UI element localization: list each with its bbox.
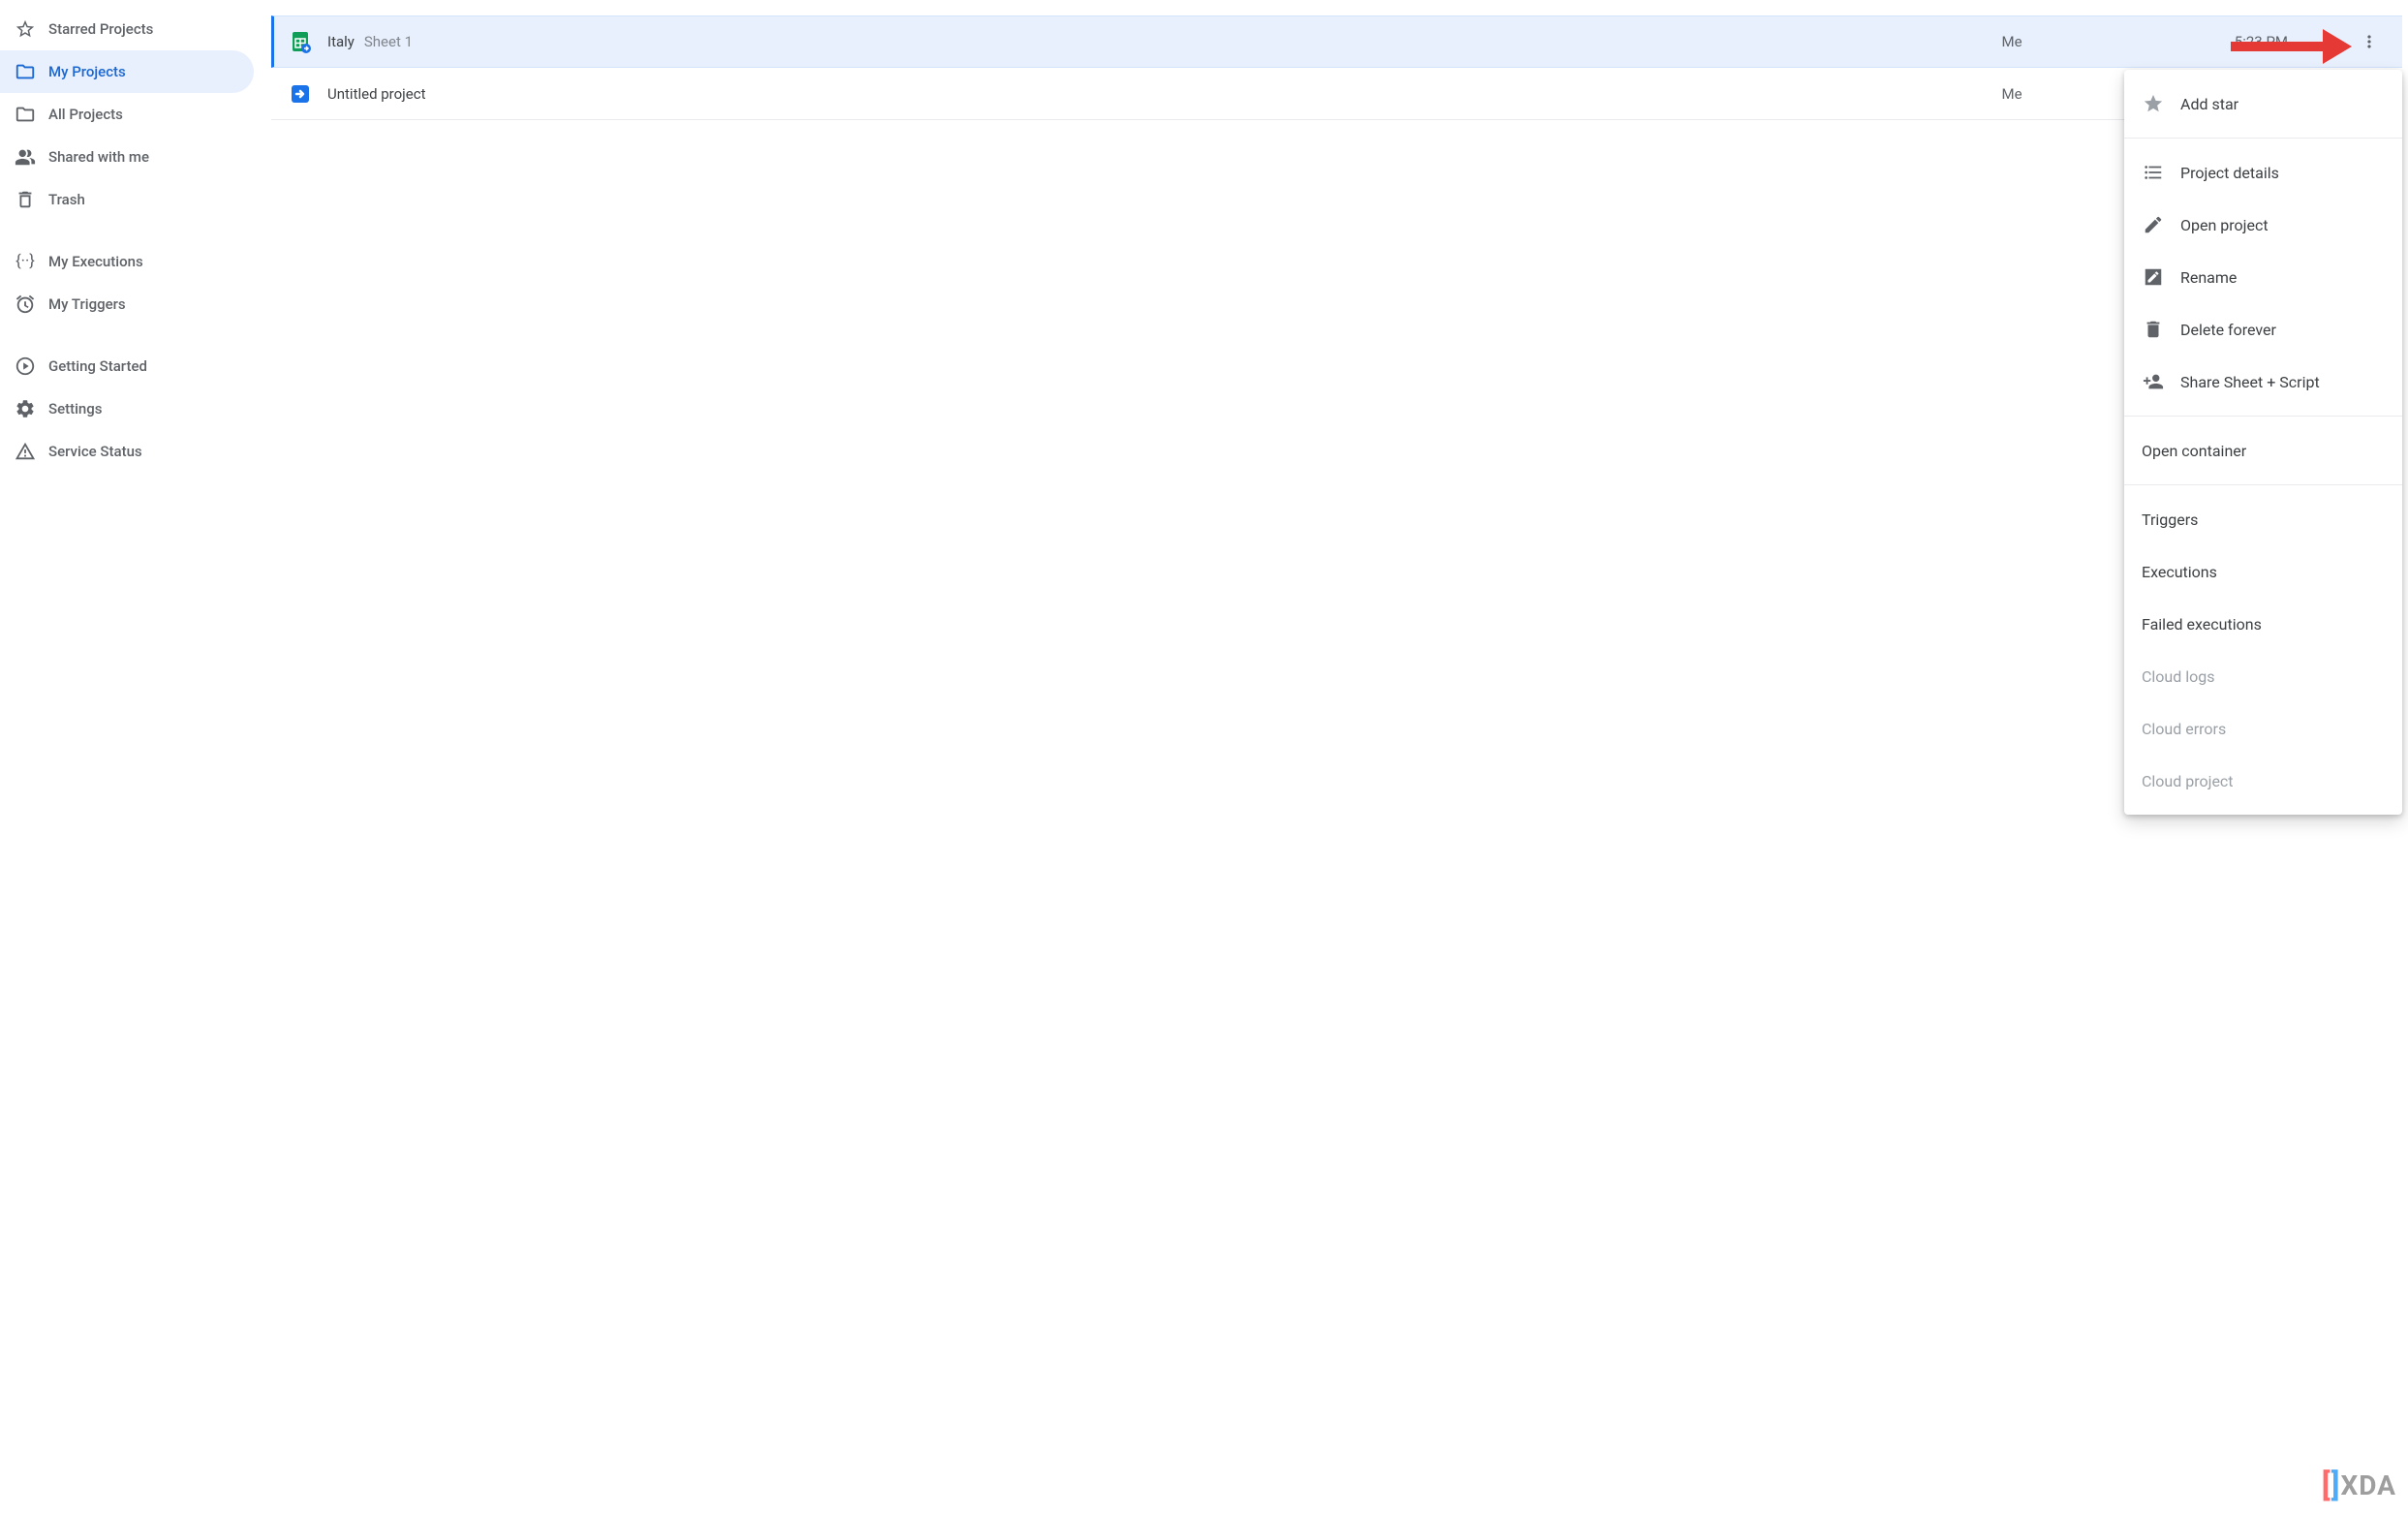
sidebar: Starred Projects My Projects All Projects S… <box>0 0 271 1515</box>
sidebar-item-label: Starred Projects <box>48 20 153 38</box>
menu-divider <box>2124 138 2402 139</box>
row-actions <box>2288 26 2385 57</box>
context-menu: Add star Project details Open project Renam… <box>2124 70 2402 815</box>
sidebar-item-label: My Triggers <box>48 295 126 313</box>
script-icon <box>289 82 312 106</box>
menu-item-failed-executions[interactable]: Failed executions <box>2124 598 2402 650</box>
play-icon <box>14 355 37 378</box>
person-add-icon <box>2142 370 2165 393</box>
menu-item-add-star[interactable]: Add star <box>2124 77 2402 130</box>
sidebar-item-my-projects[interactable]: My Projects <box>0 50 254 93</box>
menu-divider <box>2124 416 2402 417</box>
menu-item-triggers[interactable]: Triggers <box>2124 493 2402 545</box>
menu-item-cloud-project: Cloud project <box>2124 755 2402 807</box>
project-list: ItalySheet 1Me5:23 PMUntitled projectMe4… <box>271 15 2402 120</box>
sidebar-item-label: My Projects <box>48 63 126 80</box>
svg-text:{··}: {··} <box>15 253 35 271</box>
gear-icon <box>14 397 37 420</box>
sidebar-item-label: All Projects <box>48 106 123 123</box>
sidebar-item-executions[interactable]: {··} My Executions <box>0 240 254 283</box>
sidebar-item-shared[interactable]: Shared with me <box>0 136 254 178</box>
menu-item-executions[interactable]: Executions <box>2124 545 2402 598</box>
menu-item-share-sheet-script[interactable]: Share Sheet + Script <box>2124 356 2402 408</box>
warning-icon <box>14 440 37 463</box>
menu-item-rename[interactable]: Rename <box>2124 251 2402 303</box>
menu-item-label: Cloud errors <box>2142 720 2226 738</box>
menu-item-label: Cloud project <box>2142 772 2234 790</box>
owner-label: Me <box>1910 33 2114 50</box>
menu-item-project-details[interactable]: Project details <box>2124 146 2402 199</box>
sidebar-item-triggers[interactable]: My Triggers <box>0 283 254 325</box>
star-fill-icon <box>2142 92 2165 115</box>
project-sub: Sheet 1 <box>364 33 413 50</box>
sidebar-item-starred[interactable]: Starred Projects <box>0 8 254 50</box>
menu-item-label: Triggers <box>2142 510 2198 529</box>
sidebar-item-label: Getting Started <box>48 357 147 375</box>
pencil-icon <box>2142 213 2165 236</box>
project-name: Untitled project <box>327 85 425 103</box>
folder-icon <box>14 60 37 83</box>
menu-item-cloud-logs: Cloud logs <box>2124 650 2402 702</box>
executions-icon: {··} <box>14 250 37 273</box>
sidebar-item-service-status[interactable]: Service Status <box>0 430 254 473</box>
menu-item-cloud-errors: Cloud errors <box>2124 702 2402 755</box>
menu-item-label: Cloud logs <box>2142 667 2215 686</box>
menu-item-open-container[interactable]: Open container <box>2124 424 2402 477</box>
menu-item-label: Executions <box>2142 563 2217 581</box>
delete-icon <box>2142 318 2165 341</box>
list-icon <box>2142 161 2165 184</box>
sidebar-item-label: Trash <box>48 191 85 208</box>
main-content: ItalySheet 1Me5:23 PMUntitled projectMe4… <box>271 0 2408 1515</box>
sheets-icon <box>289 30 312 53</box>
menu-item-label: Share Sheet + Script <box>2180 373 2320 391</box>
star-icon <box>14 17 37 41</box>
clock-icon <box>14 293 37 316</box>
project-row[interactable]: Untitled projectMe4:44 <box>271 68 2402 120</box>
menu-item-label: Delete forever <box>2180 321 2276 339</box>
menu-item-open-project[interactable]: Open project <box>2124 199 2402 251</box>
menu-item-delete-forever[interactable]: Delete forever <box>2124 303 2402 356</box>
sidebar-item-label: Settings <box>48 400 103 417</box>
menu-item-label: Rename <box>2180 268 2237 287</box>
rename-icon <box>2142 265 2165 289</box>
menu-item-label: Add star <box>2180 95 2238 113</box>
xda-watermark: []XDA <box>2322 1467 2396 1503</box>
folder-outline-icon <box>14 103 37 126</box>
people-icon <box>14 145 37 169</box>
sidebar-item-all-projects[interactable]: All Projects <box>0 93 254 136</box>
menu-item-label: Open project <box>2180 216 2269 234</box>
time-label: 5:23 PM <box>2114 33 2288 50</box>
menu-divider <box>2124 484 2402 485</box>
more-options-button[interactable] <box>2354 26 2385 57</box>
menu-item-label: Failed executions <box>2142 615 2262 634</box>
menu-item-label: Project details <box>2180 164 2279 182</box>
owner-label: Me <box>1910 85 2114 103</box>
sidebar-item-settings[interactable]: Settings <box>0 387 254 430</box>
sidebar-item-label: My Executions <box>48 253 143 270</box>
project-row[interactable]: Italy Sheet 1 Me5:23 PM <box>271 15 2402 68</box>
sidebar-item-trash[interactable]: Trash <box>0 178 254 221</box>
project-name: Italy <box>327 33 355 50</box>
trash-icon <box>14 188 37 211</box>
sidebar-item-label: Shared with me <box>48 148 149 166</box>
sidebar-item-getting-started[interactable]: Getting Started <box>0 345 254 387</box>
sidebar-item-label: Service Status <box>48 443 142 460</box>
menu-item-label: Open container <box>2142 442 2246 460</box>
